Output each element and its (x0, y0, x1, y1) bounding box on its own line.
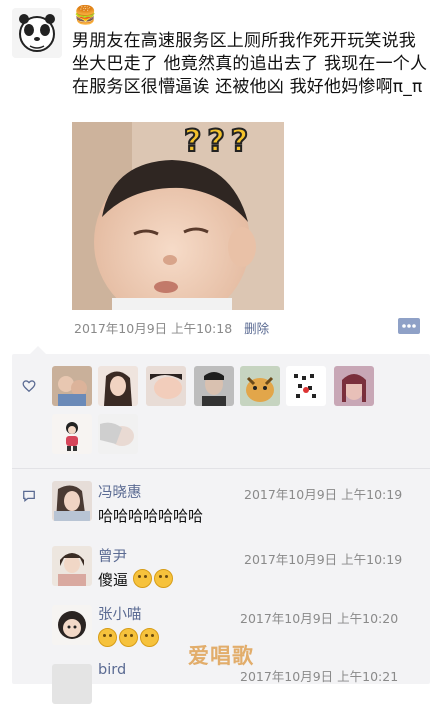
comment-time: 2017年10月9日 上午10:19 (244, 487, 403, 502)
like-avatar[interactable] (98, 366, 138, 406)
comment-avatar[interactable] (52, 664, 92, 704)
emoji-icon (132, 569, 152, 588)
comment-author[interactable]: 张小喵 (98, 603, 142, 624)
comment-time: 2017年10月9日 上午10:19 (244, 552, 403, 567)
poster-avatar[interactable] (12, 8, 62, 58)
post-timestamp: 2017年10月9日 上午10:18 (74, 321, 233, 336)
like-avatar[interactable] (286, 366, 326, 406)
watermark-text: 爱唱歌 (188, 644, 254, 668)
comment-text: 哈哈哈哈哈哈哈 (98, 507, 204, 525)
like-avatar[interactable] (194, 366, 234, 406)
comment-author[interactable]: 曾尹 (98, 545, 127, 566)
emoji-icon (98, 628, 117, 647)
post-meta: 2017年10月9日 上午10:18 删除 (74, 318, 269, 337)
nickname-emoji[interactable]: 🍔 (74, 6, 96, 26)
comment-avatar[interactable] (52, 546, 92, 586)
box-caret (30, 346, 46, 354)
like-avatar[interactable] (334, 366, 374, 406)
question-marks: ??? (183, 123, 255, 160)
like-avatar[interactable] (240, 366, 280, 406)
delete-link[interactable]: 删除 (244, 321, 269, 336)
emoji-icon (119, 628, 138, 647)
like-avatar[interactable] (52, 366, 92, 406)
comment-icon (22, 488, 36, 507)
comment-body: 傻逼 (98, 569, 175, 590)
comment-author[interactable]: bird (98, 662, 126, 678)
heart-icon (22, 378, 36, 397)
comment-author[interactable]: 冯晓惠 (98, 481, 142, 502)
like-avatar[interactable] (146, 366, 186, 406)
comment-avatar[interactable] (52, 481, 92, 521)
comment-avatar[interactable] (52, 605, 92, 645)
post-photo[interactable]: ??? (72, 122, 284, 310)
like-avatar[interactable] (52, 414, 92, 454)
like-avatar[interactable] (98, 414, 138, 454)
comment-body (98, 628, 161, 648)
post-text: 男朋友在高速服务区上厕所我作死开玩笑说我坐大巴走了 他竟然真的追出去了 我现在一… (72, 31, 428, 97)
comment-more-icon[interactable] (398, 318, 420, 334)
emoji-icon (153, 569, 173, 588)
comment-time: 2017年10月9日 上午10:21 (240, 669, 399, 684)
comment-text: 傻逼 (98, 571, 129, 589)
likes-divider (12, 468, 430, 469)
comment-time: 2017年10月9日 上午10:20 (240, 611, 399, 626)
emoji-icon (140, 628, 159, 647)
